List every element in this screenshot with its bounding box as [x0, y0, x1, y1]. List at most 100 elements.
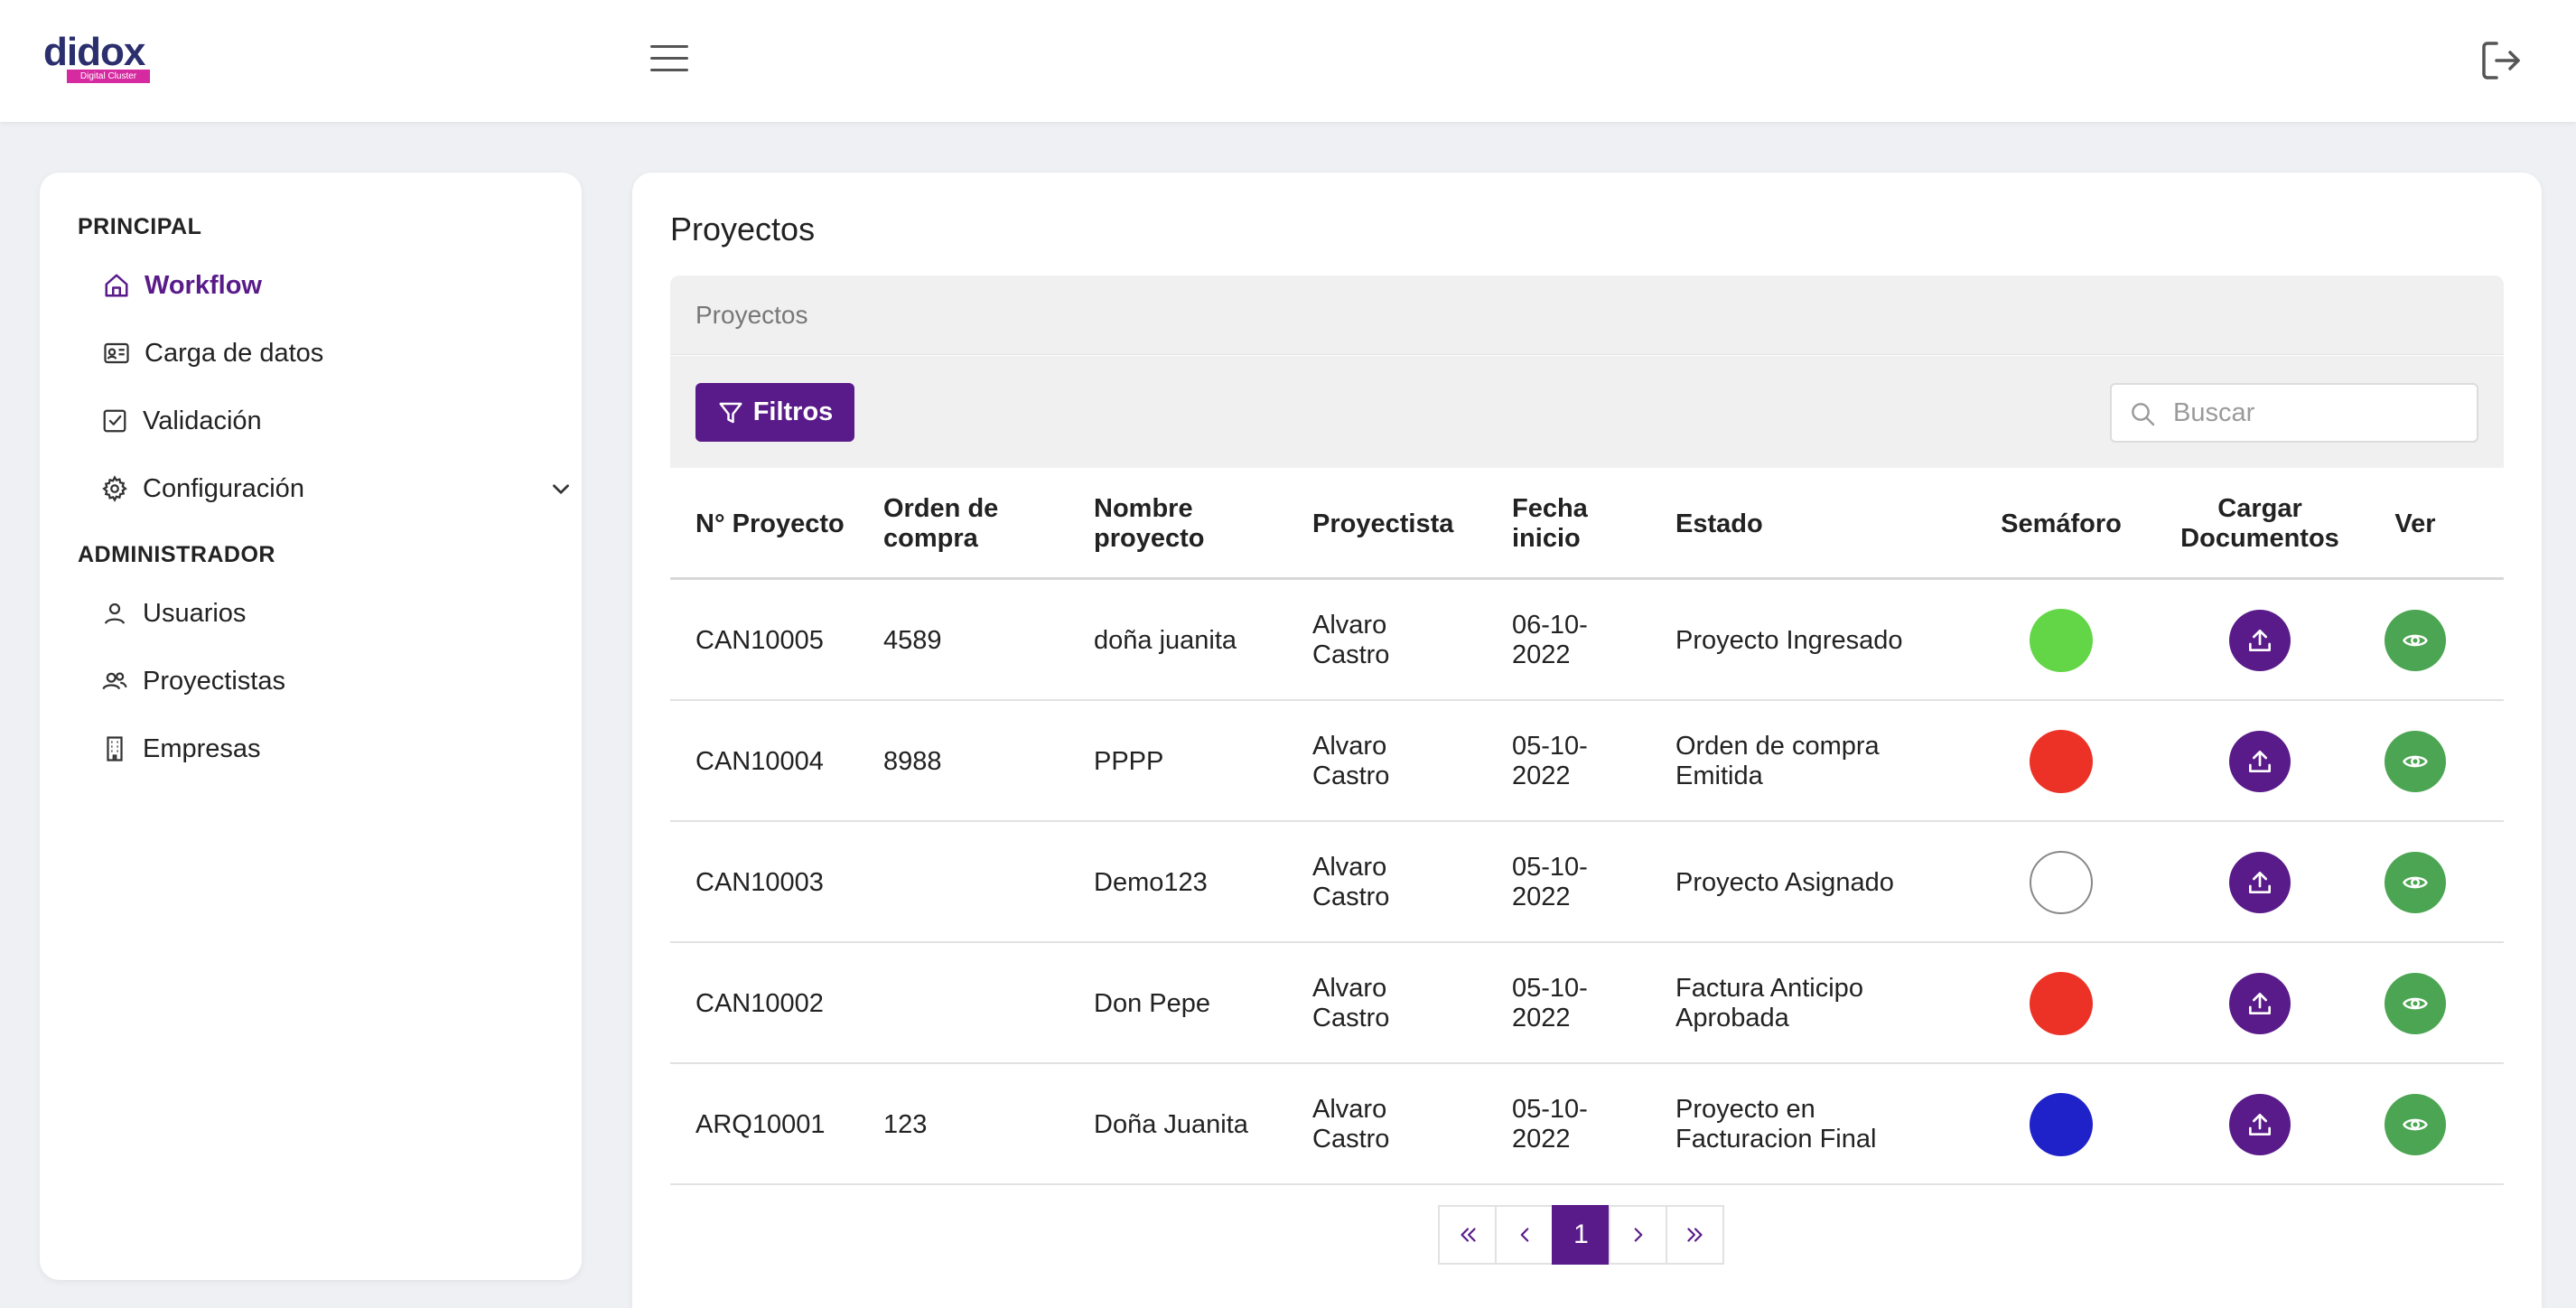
view-button[interactable] — [2385, 610, 2446, 671]
cell-upload — [2170, 822, 2350, 943]
cell-start-date: 05-10-2022 — [1512, 974, 1588, 1032]
column-header[interactable]: N° Proyecto — [695, 468, 858, 580]
id-card-icon — [104, 342, 129, 364]
cell-designer: Alvaro Castro — [1312, 1095, 1390, 1154]
column-header[interactable]: Ver — [2370, 468, 2460, 580]
column-header[interactable]: Cargar Documentos — [2170, 468, 2350, 580]
cell-project-name: PPPP — [1094, 746, 1164, 776]
sidebar-item-label: Usuarios — [143, 598, 247, 628]
first-page-button[interactable] — [1438, 1205, 1497, 1265]
search-box[interactable] — [2110, 383, 2478, 443]
cell-status: Proyecto Ingresado — [1675, 625, 1903, 655]
cell-start-date: 05-10-2022 — [1512, 853, 1588, 911]
cell-traffic-light — [1971, 1064, 2151, 1185]
sidebar-item-label: Validación — [143, 406, 262, 435]
cell-purchase-order: 123 — [883, 1109, 928, 1139]
gear-icon — [102, 475, 127, 502]
traffic-light-indicator — [2030, 730, 2093, 793]
view-button[interactable] — [2385, 852, 2446, 913]
sidebar-item-workflow[interactable]: Workflow — [103, 263, 262, 308]
column-header[interactable]: Semáforo — [1971, 468, 2151, 580]
cell-view — [2370, 701, 2460, 822]
cell-start-date: 06-10-2022 — [1512, 611, 1588, 669]
upload-icon — [2249, 1114, 2271, 1135]
search-input[interactable] — [2173, 385, 2462, 441]
sidebar-item-validacion[interactable]: Validación — [101, 398, 262, 444]
column-header[interactable]: Orden de compra — [883, 468, 1064, 580]
table-body: CAN10005 4589 doña juanita Alvaro Castro 06-… — [670, 580, 2504, 1185]
cell-start-date: 05-10-2022 — [1512, 1095, 1588, 1154]
eye-icon — [2403, 997, 2428, 1010]
cell-project-id: CAN10004 — [695, 746, 824, 776]
double-chevron-left-icon — [1460, 1228, 1476, 1242]
upload-documents-button[interactable] — [2229, 731, 2291, 792]
table-row: CAN10003 Demo123 Alvaro Castro 05-10-2022 Pr… — [670, 822, 2504, 943]
eye-icon — [2403, 755, 2428, 768]
section-title-administrador: ADMINISTRADOR — [78, 542, 275, 567]
hamburger-icon[interactable] — [649, 42, 692, 76]
page-button-current[interactable]: 1 — [1552, 1205, 1610, 1265]
cell-project-id: CAN10003 — [695, 867, 824, 897]
cell-designer: Alvaro Castro — [1312, 732, 1390, 790]
cell-traffic-light — [1971, 943, 2151, 1064]
cell-purchase-order — [883, 822, 1064, 943]
eye-icon — [2403, 876, 2428, 889]
view-button[interactable] — [2385, 973, 2446, 1034]
filters-button-label: Filtros — [752, 397, 834, 426]
cell-upload — [2170, 943, 2350, 1064]
prev-page-button[interactable] — [1495, 1205, 1554, 1265]
traffic-light-indicator — [2030, 1093, 2093, 1156]
logo-wordmark: didox — [43, 30, 145, 74]
cell-project-name: Doña Juanita — [1094, 1109, 1248, 1139]
pagination: 1 — [1438, 1205, 1724, 1265]
checkbox-icon — [103, 409, 126, 433]
upload-documents-button[interactable] — [2229, 973, 2291, 1034]
breadcrumb: Proyectos — [670, 276, 2504, 355]
column-header[interactable]: Estado — [1675, 468, 1856, 580]
upload-documents-button[interactable] — [2229, 1094, 2291, 1155]
cell-view — [2370, 580, 2460, 701]
cell-traffic-light — [1971, 822, 2151, 943]
cell-project-id: CAN10005 — [695, 625, 824, 655]
sidebar-item-label: Proyectistas — [143, 666, 285, 696]
didox-logo[interactable]: didox Digital Cluster — [43, 33, 154, 87]
sidebar-item-configuracion[interactable]: Configuración — [101, 466, 569, 511]
logo-tagline: Digital Cluster — [67, 70, 150, 83]
sidebar-item-empresas[interactable]: Empresas — [101, 726, 261, 771]
sidebar-item-carga-de-datos[interactable]: Carga de datos — [103, 331, 323, 376]
cell-project-id: ARQ10001 — [695, 1109, 826, 1139]
main-card: Proyectos Proyectos Filtros N° Proyecto … — [632, 173, 2542, 1308]
user-icon — [104, 603, 126, 624]
column-header[interactable]: Nombre proyecto — [1094, 468, 1274, 580]
upload-documents-button[interactable] — [2229, 610, 2291, 671]
last-page-button[interactable] — [1666, 1205, 1724, 1265]
traffic-light-indicator — [2030, 609, 2093, 672]
view-button[interactable] — [2385, 1094, 2446, 1155]
cell-status: Proyecto en Facturacion Final — [1675, 1095, 1877, 1154]
logout-icon[interactable] — [2478, 38, 2524, 83]
section-title-principal: PRINCIPAL — [78, 214, 202, 239]
cell-designer: Alvaro Castro — [1312, 611, 1390, 669]
search-icon — [2132, 403, 2155, 426]
sidebar-item-usuarios[interactable]: Usuarios — [101, 591, 246, 636]
upload-documents-button[interactable] — [2229, 852, 2291, 913]
cell-purchase-order: 8988 — [883, 746, 942, 776]
upload-icon — [2249, 751, 2271, 772]
column-header[interactable]: Proyectista — [1312, 468, 1493, 580]
table-row: CAN10005 4589 doña juanita Alvaro Castro 06-… — [670, 580, 2504, 701]
cell-project-name: doña juanita — [1094, 625, 1237, 655]
column-header[interactable]: Fecha inicio — [1512, 468, 1620, 580]
sidebar-item-label: Carga de datos — [145, 338, 324, 368]
traffic-light-indicator — [2030, 972, 2093, 1035]
sidebar-item-proyectistas[interactable]: Proyectistas — [101, 659, 285, 704]
chevron-down-icon[interactable] — [549, 466, 587, 511]
table-row: CAN10004 8988 PPPP Alvaro Castro 05-10-2022 O… — [670, 701, 2504, 822]
cell-start-date: 05-10-2022 — [1512, 732, 1588, 790]
next-page-button[interactable] — [1609, 1205, 1667, 1265]
sidebar-item-label: Workflow — [145, 270, 262, 300]
cell-project-name: Demo123 — [1094, 867, 1208, 897]
cell-designer: Alvaro Castro — [1312, 974, 1390, 1032]
cell-upload — [2170, 1064, 2350, 1185]
view-button[interactable] — [2385, 731, 2446, 792]
filters-button[interactable]: Filtros — [695, 383, 854, 442]
